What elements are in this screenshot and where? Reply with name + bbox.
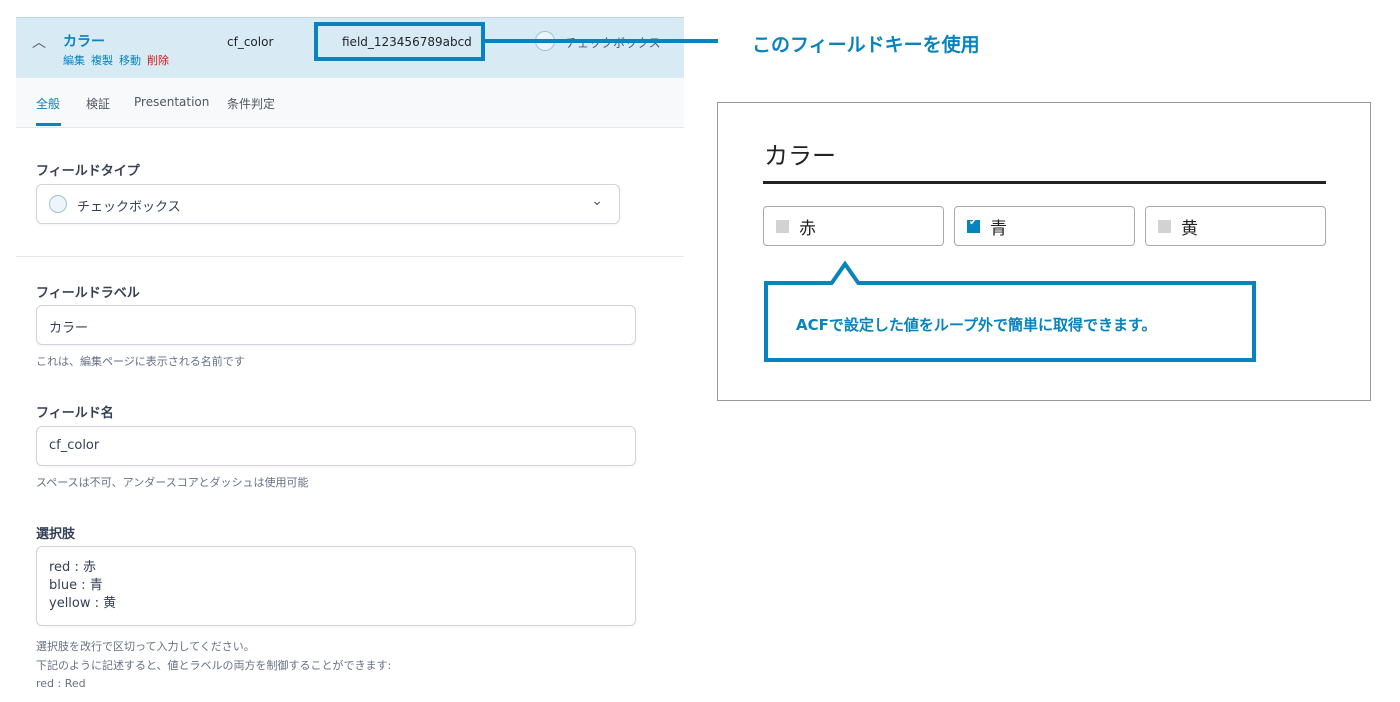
option-label: 黄 (1181, 218, 1198, 239)
option-yellow[interactable]: 黄 (1145, 206, 1326, 246)
checkbox[interactable] (1158, 219, 1171, 233)
edit-link[interactable]: 編集 (63, 52, 85, 68)
hint-line: 選択肢を改行で区切って入力してください。 (36, 640, 255, 653)
tooltip-text: ACFで設定した値をループ外で簡単に取得できます。 (796, 316, 1157, 334)
field-label-input[interactable]: カラー (36, 305, 636, 345)
tab-conditional[interactable]: 条件判定 (227, 95, 275, 112)
field-key-highlight (314, 22, 485, 61)
field-name-label: フィールド名 (36, 406, 114, 421)
connector-line (485, 39, 718, 43)
tab-presentation[interactable]: Presentation (134, 95, 209, 109)
checkbox-type-icon (49, 195, 67, 213)
preview-title: カラー (764, 142, 836, 170)
field-name-text: cf_color (227, 35, 274, 49)
option-blue[interactable]: ✔ 青 (954, 206, 1135, 246)
option-red[interactable]: 赤 (763, 206, 944, 246)
title-underline (763, 181, 1326, 184)
choice-line: blue : 青 (49, 578, 103, 593)
choice-line: red : 赤 (49, 560, 96, 575)
divider (16, 256, 684, 257)
field-type-value: チェックボックス (77, 200, 181, 215)
field-name-input[interactable]: cf_color (36, 426, 636, 466)
field-label-hint: これは、編集ページに表示される名前です (36, 355, 245, 368)
choices-label: 選択肢 (36, 527, 76, 542)
chevron-up-icon[interactable]: ︿ (32, 32, 46, 52)
option-label: 赤 (799, 218, 816, 239)
field-label-label: フィールドラベル (36, 286, 140, 301)
field-type-label: フィールドタイプ (36, 164, 140, 179)
checkbox[interactable] (776, 219, 789, 233)
field-name-hint: スペースは不可、アンダースコアとダッシュは使用可能 (36, 476, 309, 489)
tooltip-callout: ACFで設定した値をループ外で簡単に取得できます。 (764, 281, 1256, 362)
tab-validation[interactable]: 検証 (86, 95, 110, 112)
delete-link[interactable]: 削除 (147, 52, 169, 68)
checkbox-checked[interactable]: ✔ (967, 217, 980, 233)
move-link[interactable]: 移動 (119, 52, 141, 68)
active-tab-indicator (36, 123, 61, 126)
choices-hint: 選択肢を改行で区切って入力してください。 下記のように記述すると、値とラベルの両… (36, 638, 391, 694)
choice-line: yellow : 黄 (49, 596, 117, 611)
tooltip-arrow (829, 260, 861, 286)
duplicate-link[interactable]: 複製 (91, 52, 113, 68)
tab-general[interactable]: 全般 (36, 95, 60, 112)
choices-textarea[interactable]: red : 赤 blue : 青 yellow : 黄 (36, 546, 636, 626)
field-type-select[interactable]: チェックボックス ⌄ (36, 184, 620, 224)
field-label-link[interactable]: カラー (63, 31, 105, 51)
option-label: 青 (990, 218, 1007, 239)
hint-line: 下記のように記述すると、値とラベルの両方を制御することができます: (36, 658, 392, 672)
hint-line: red : Red (36, 677, 86, 690)
tab-bar: 全般 検証 Presentation 条件判定 (16, 78, 684, 128)
key-callout: このフィールドキーを使用 (752, 34, 980, 56)
chevron-down-icon: ⌄ (591, 193, 603, 209)
